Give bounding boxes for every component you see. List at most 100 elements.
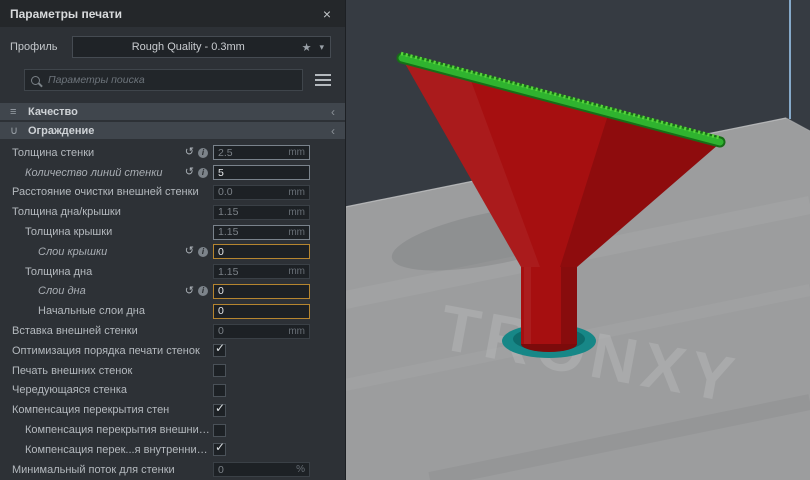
setting-value-input[interactable]: 0mm — [213, 324, 310, 339]
settings-visibility-menu-icon[interactable] — [315, 74, 331, 86]
revert-icon[interactable]: ↺ — [185, 286, 194, 297]
setting-label: Толщина стенки — [0, 147, 185, 159]
setting-control — [213, 424, 345, 437]
panel-header: Параметры печати × — [0, 0, 345, 27]
setting-checkbox[interactable]: ✓ — [213, 404, 226, 417]
setting-label: Начальные слои дна — [0, 305, 213, 317]
setting-control — [213, 364, 345, 377]
info-icon[interactable]: i — [198, 286, 208, 296]
profile-select[interactable]: Rough Quality - 0.3mm ★ ▾ — [72, 36, 331, 58]
setting-row: Компенсация перек...я внутренних стен✓ — [0, 440, 345, 460]
setting-value-input[interactable]: 0 — [213, 304, 310, 319]
setting-icons: ↺i — [185, 147, 208, 158]
app-window: { "panel": { "title": "Параметры печати"… — [0, 0, 810, 480]
profile-label: Профиль — [10, 41, 72, 53]
setting-row: Чередующаяся стенка — [0, 381, 345, 401]
revert-icon[interactable]: ↺ — [185, 147, 194, 158]
setting-checkbox[interactable] — [213, 384, 226, 397]
setting-label: Слои крышки — [0, 246, 185, 258]
setting-checkbox[interactable]: ✓ — [213, 443, 226, 456]
section-quality[interactable]: ≡ Качество ‹ — [0, 103, 345, 120]
check-icon: ✓ — [215, 401, 225, 415]
setting-control: 1.15mm — [213, 225, 345, 240]
setting-label: Толщина крышки — [0, 226, 213, 238]
revert-icon[interactable]: ↺ — [185, 246, 194, 257]
setting-control: 1.15 mm — [213, 264, 345, 279]
setting-label: Компенсация перекрытия стен — [0, 404, 213, 416]
model-stem-shading — [561, 260, 577, 344]
setting-value: 2.5 — [218, 147, 284, 159]
setting-unit: mm — [288, 207, 305, 218]
setting-control: 0 — [213, 244, 345, 259]
collapse-chevron-icon[interactable]: ‹ — [331, 105, 335, 119]
setting-value-input[interactable]: 0% — [213, 462, 310, 477]
setting-row: Расстояние очистки внешней стенки0.0mm — [0, 183, 345, 203]
setting-checkbox[interactable] — [213, 424, 226, 437]
search-row — [24, 69, 335, 91]
setting-value-input[interactable]: 2.5 mm — [213, 145, 310, 160]
setting-value: 0 — [218, 464, 292, 476]
setting-row: Количество линий стенки↺i5 — [0, 163, 345, 183]
setting-row: Слои дна↺i0 — [0, 282, 345, 302]
setting-control: 0 — [213, 284, 345, 299]
info-icon[interactable]: i — [198, 148, 208, 158]
setting-value-input[interactable]: 1.15 mm — [213, 205, 310, 220]
info-icon[interactable]: i — [198, 247, 208, 257]
collapse-chevron-icon[interactable]: ‹ — [331, 124, 335, 138]
walls-section-icon: ∪ — [10, 124, 28, 137]
setting-label: Количество линий стенки — [0, 167, 185, 179]
setting-value-input[interactable]: 5 — [213, 165, 310, 180]
setting-label: Чередующаяся стенка — [0, 384, 213, 396]
setting-row: Толщина дна 1.15 mm — [0, 262, 345, 282]
setting-value-input[interactable]: 0.0mm — [213, 185, 310, 200]
setting-label: Минимальный поток для стенки — [0, 464, 213, 476]
setting-value: 0 — [218, 305, 305, 317]
search-box[interactable] — [24, 69, 303, 91]
setting-value-input[interactable]: 1.15mm — [213, 225, 310, 240]
search-input[interactable] — [46, 73, 296, 87]
settings-list: Толщина стенки↺i2.5mmКоличество линий ст… — [0, 143, 345, 480]
setting-value-input[interactable]: 1.15 mm — [213, 264, 310, 279]
setting-value-input[interactable]: 0 — [213, 244, 310, 259]
setting-value: 1.15 — [218, 206, 284, 218]
setting-checkbox[interactable]: ✓ — [213, 344, 226, 357]
search-icon — [31, 76, 40, 85]
setting-value: 1.15 — [218, 266, 284, 278]
setting-value: 0 — [218, 285, 305, 297]
setting-row: Минимальный поток для стенки0% — [0, 460, 345, 480]
model-stem-highlight — [524, 260, 531, 344]
viewport-3d[interactable]: TRONXY — [345, 0, 810, 480]
setting-label: Слои дна — [0, 285, 185, 297]
chevron-down-icon: ▾ — [319, 42, 324, 53]
setting-control: 0mm — [213, 324, 345, 339]
close-icon[interactable]: × — [319, 6, 335, 22]
setting-icons: ↺i — [185, 167, 208, 178]
setting-unit: % — [296, 464, 305, 475]
setting-icons: ↺i — [185, 246, 208, 257]
setting-label: Толщина дна/крышки — [0, 206, 213, 218]
setting-value: 5 — [218, 167, 305, 179]
setting-unit: mm — [288, 147, 305, 158]
setting-row: Слои крышки↺i0 — [0, 242, 345, 262]
setting-row: Печать внешних стенок — [0, 361, 345, 381]
star-icon[interactable]: ★ — [302, 41, 312, 54]
profile-row: Профиль Rough Quality - 0.3mm ★ ▾ — [10, 36, 331, 58]
panel-title: Параметры печати — [10, 7, 319, 21]
setting-label: Вставка внешней стенки — [0, 325, 213, 337]
setting-unit: mm — [288, 266, 305, 277]
setting-control: 1.15 mm — [213, 205, 345, 220]
setting-label: Толщина дна — [0, 266, 213, 278]
setting-unit: mm — [288, 227, 305, 238]
setting-row: Оптимизация порядка печати стенок✓ — [0, 341, 345, 361]
setting-control: ✓ — [213, 443, 345, 456]
setting-row: Начальные слои дна 0 — [0, 301, 345, 321]
info-icon[interactable]: i — [198, 168, 208, 178]
revert-icon[interactable]: ↺ — [185, 167, 194, 178]
setting-value-input[interactable]: 0 — [213, 284, 310, 299]
section-walls[interactable]: ∪ Ограждение ‹ — [0, 122, 345, 139]
setting-checkbox[interactable] — [213, 364, 226, 377]
section-label: Ограждение — [28, 125, 94, 137]
setting-unit: mm — [288, 326, 305, 337]
setting-icons: ↺i — [185, 286, 208, 297]
setting-control: 0% — [213, 462, 345, 477]
